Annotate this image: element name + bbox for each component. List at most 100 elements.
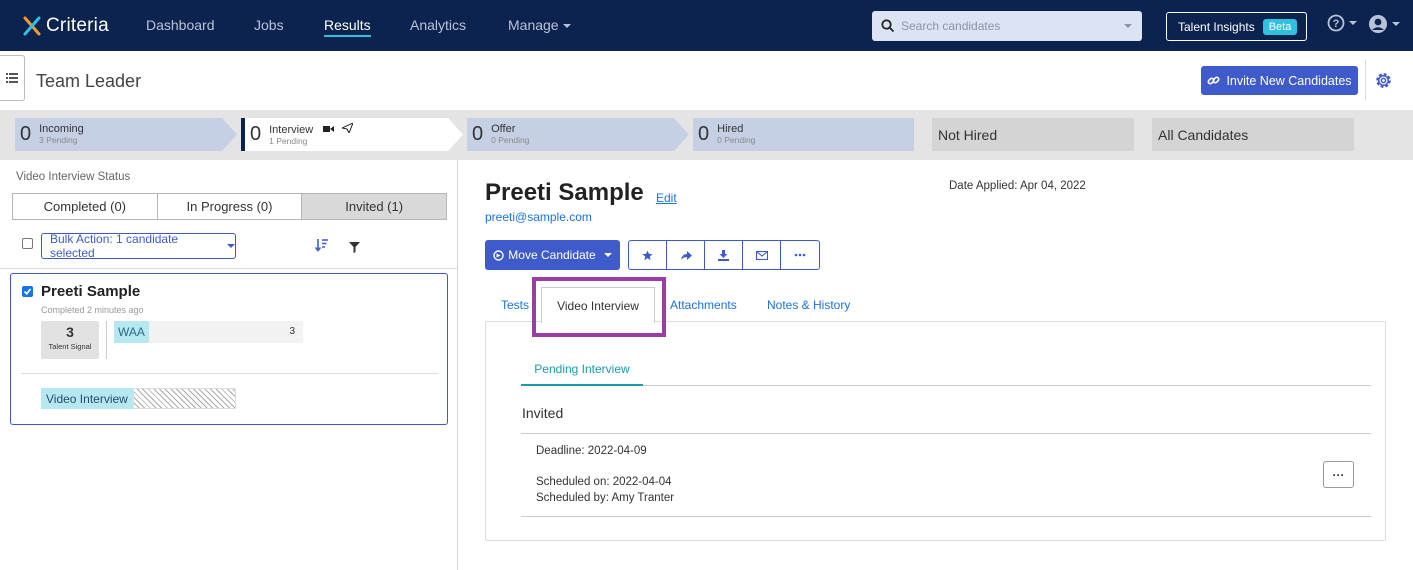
stage-count: 0: [250, 123, 262, 145]
tab-notes-history[interactable]: Notes & History: [767, 298, 850, 312]
nav-jobs[interactable]: Jobs: [254, 17, 284, 33]
edit-link[interactable]: Edit: [656, 191, 677, 205]
nav-manage-label: Manage: [508, 17, 559, 33]
search-icon: [881, 19, 895, 33]
video-interview-status-label: Video Interview Status: [16, 171, 131, 183]
help-menu[interactable]: ?: [1327, 14, 1357, 32]
subtab-divider: [521, 385, 1371, 386]
stage-label: Offer: [491, 122, 516, 135]
segment-completed[interactable]: Completed (0): [13, 194, 158, 219]
candidate-name[interactable]: Preeti Sample: [41, 283, 140, 300]
tab-tests[interactable]: Tests: [501, 298, 529, 312]
user-chevron-icon: [1392, 22, 1400, 26]
header-divider: [1365, 60, 1366, 100]
tab-video-interview[interactable]: Video Interview: [541, 287, 655, 323]
criteria-logo-icon: [23, 16, 41, 36]
chevron-down-icon: [562, 24, 571, 28]
talent-signal-value: 3: [66, 324, 74, 340]
user-menu[interactable]: [1368, 14, 1400, 34]
svg-text:?: ?: [1333, 18, 1340, 30]
select-all-checkbox[interactable]: [22, 238, 33, 249]
interview-status-heading: Invited: [522, 405, 564, 421]
beta-badge: Beta: [1262, 18, 1298, 35]
candidate-checkbox[interactable]: [22, 286, 33, 297]
stage-count: 0: [472, 123, 484, 145]
candidate-status-text: Completed 2 minutes ago: [41, 305, 144, 315]
candidate-action-group: [628, 240, 820, 270]
chevron-down-icon: [227, 244, 235, 248]
stage-count: 0: [698, 123, 710, 145]
chevron-down-icon: [603, 253, 612, 257]
invite-button-label: Invite New Candidates: [1226, 73, 1352, 88]
filter-icon: [349, 242, 360, 253]
help-icon: ?: [1327, 14, 1345, 32]
waa-score-bar: WAA 3: [114, 321, 303, 343]
interview-more-button[interactable]: ···: [1323, 461, 1354, 488]
sort-button[interactable]: [314, 238, 329, 257]
stage-label: Incoming: [39, 122, 84, 135]
arrow-circle-icon: [493, 249, 504, 261]
section-divider: [521, 433, 1371, 434]
move-candidate-label: Move Candidate: [508, 248, 596, 262]
section-divider: [521, 516, 1371, 517]
email-button[interactable]: [743, 241, 781, 269]
stage-all-candidates[interactable]: All Candidates: [1152, 118, 1354, 151]
date-applied: Date Applied: Apr 04, 2022: [949, 180, 1086, 192]
stage-not-hired[interactable]: Not Hired: [932, 118, 1134, 151]
stage-offer[interactable]: 0 Offer 0 Pending: [467, 118, 689, 151]
talent-insights-button[interactable]: Talent Insights Beta: [1166, 12, 1307, 41]
nav-analytics[interactable]: Analytics: [410, 17, 466, 33]
bulk-action-dropdown[interactable]: Bulk Action: 1 candidate selected: [41, 232, 236, 260]
download-icon: [718, 249, 729, 261]
candidate-email[interactable]: preeti@sample.com: [485, 210, 592, 224]
stage-label-text: Interview: [269, 123, 314, 136]
interview-deadline: Deadline: 2022-04-09: [536, 445, 647, 457]
candidate-list-pane: Video Interview Status Completed (0) In …: [0, 160, 458, 570]
tab-attachments[interactable]: Attachments: [670, 298, 737, 312]
stage-incoming[interactable]: 0 Incoming 3 Pending: [15, 118, 237, 151]
search-dropdown-icon[interactable]: [1124, 24, 1132, 28]
search-bar[interactable]: [872, 11, 1142, 41]
stage-pending: 1 Pending: [269, 135, 308, 146]
score-divider: [106, 321, 107, 359]
link-icon: [1207, 76, 1220, 85]
job-title: Team Leader: [36, 71, 142, 91]
subtab-active-indicator: [521, 384, 643, 386]
move-candidate-button[interactable]: Move Candidate: [485, 240, 620, 270]
job-header: Team Leader Invite New Candidates: [0, 51, 1413, 110]
nav-dashboard[interactable]: Dashboard: [146, 17, 215, 33]
criteria-logo[interactable]: Criteria: [22, 12, 109, 40]
filter-button[interactable]: [349, 240, 360, 258]
more-actions-button[interactable]: [781, 241, 819, 269]
search-input[interactable]: [901, 19, 1120, 33]
list-icon: [6, 73, 18, 83]
share-icon: [680, 250, 692, 260]
nav-results[interactable]: Results: [324, 17, 371, 37]
status-segmented-control: Completed (0) In Progress (0) Invited (1…: [12, 193, 447, 220]
candidate-card[interactable]: Preeti Sample Completed 2 minutes ago 3 …: [10, 273, 448, 425]
settings-button[interactable]: [1374, 71, 1393, 95]
segment-in-progress[interactable]: In Progress (0): [158, 194, 303, 219]
segment-invited[interactable]: Invited (1): [302, 194, 447, 219]
gear-icon: [1376, 73, 1391, 88]
sidebar-toggle-button[interactable]: [0, 55, 25, 101]
share-button[interactable]: [667, 241, 705, 269]
list-divider: [0, 268, 457, 269]
nav-manage[interactable]: Manage: [508, 17, 571, 33]
tab-content-panel: [485, 321, 1386, 541]
envelope-icon: [755, 250, 768, 260]
user-avatar-icon: [1369, 15, 1387, 33]
stage-label: Interview: [269, 121, 355, 136]
card-divider: [21, 373, 438, 374]
invite-candidates-button[interactable]: Invite New Candidates: [1201, 66, 1358, 95]
bulk-action-label: Bulk Action: 1 candidate selected: [50, 232, 179, 260]
download-button[interactable]: [705, 241, 743, 269]
talent-signal-label: Talent Signal: [48, 342, 92, 351]
video-interview-chip: Video Interview: [41, 388, 236, 409]
stage-pending: 3 Pending: [39, 134, 78, 145]
stage-interview[interactable]: 0 Interview 1 Pending: [241, 118, 463, 151]
stage-hired[interactable]: 0 Hired 0 Pending: [693, 118, 914, 151]
interview-scheduled-on: Scheduled on: 2022-04-04: [536, 476, 672, 488]
star-button[interactable]: [629, 241, 667, 269]
top-navbar: Criteria Dashboard Jobs Results Analytic…: [0, 0, 1413, 51]
